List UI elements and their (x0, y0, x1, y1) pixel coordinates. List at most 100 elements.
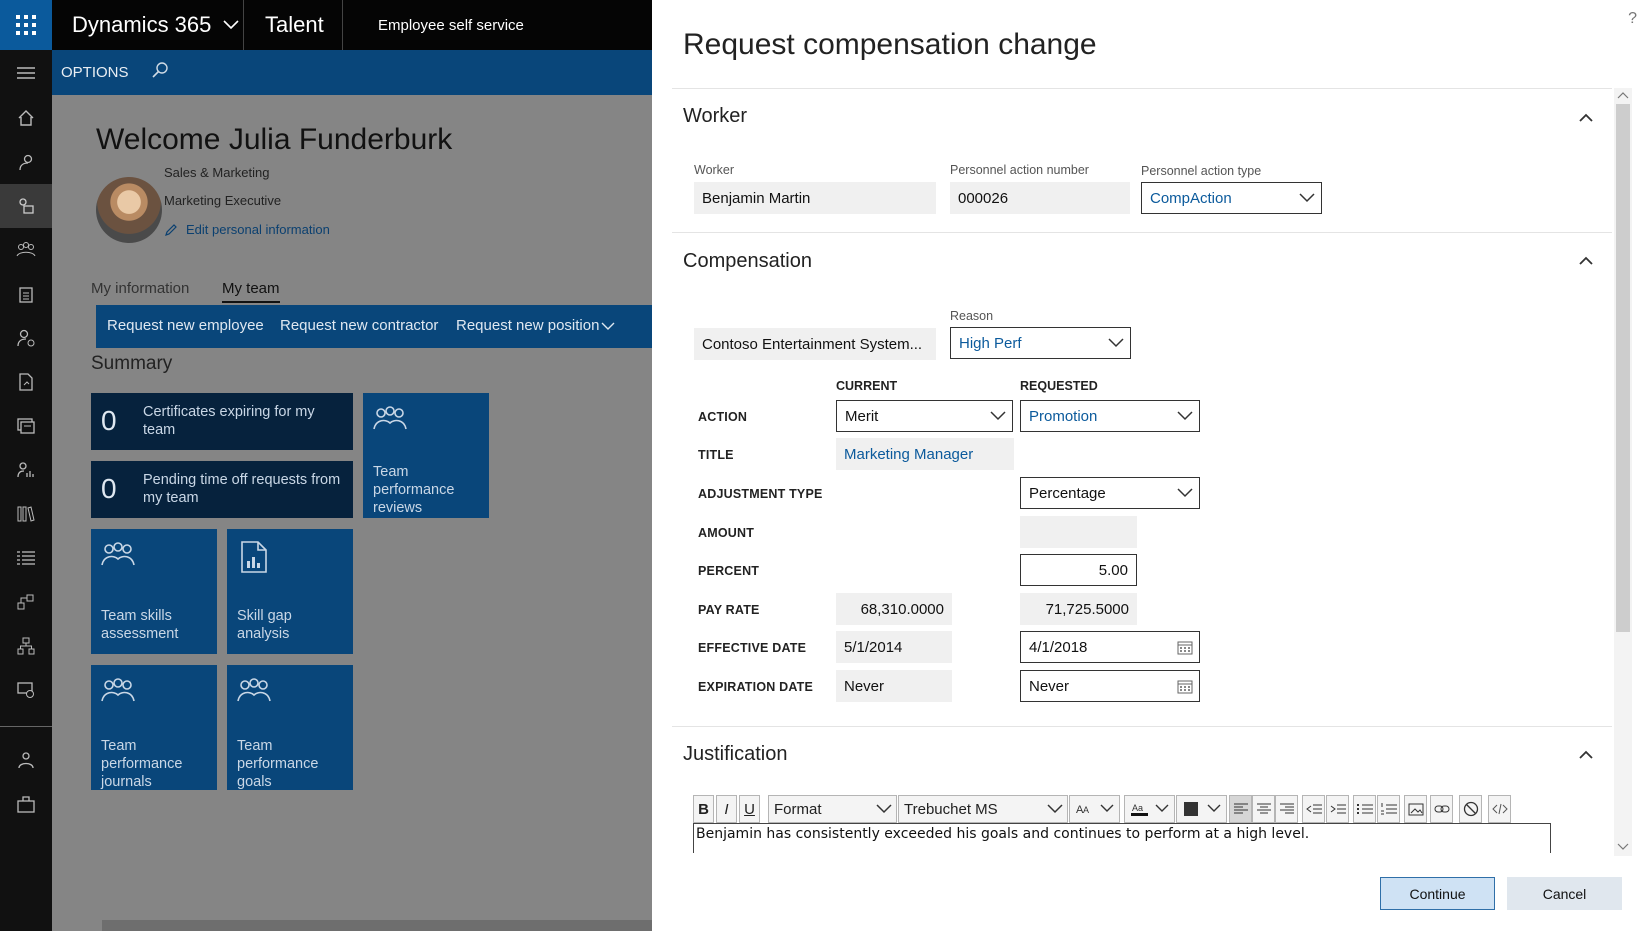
text-color-select[interactable]: Aa (1124, 795, 1175, 823)
nav-training[interactable] (0, 404, 52, 448)
worker-field[interactable]: Benjamin Martin (694, 182, 936, 214)
calendar-icon[interactable] (1177, 640, 1193, 655)
scrollbar-thumb[interactable] (1616, 104, 1630, 632)
area-name[interactable]: Employee self service (378, 0, 524, 50)
requested-effective-date-input[interactable]: 4/1/2018 (1020, 631, 1200, 663)
nav-person-settings[interactable] (0, 316, 52, 360)
requested-pay-rate-field[interactable]: 71,725.5000 (1020, 593, 1137, 625)
vertical-scrollbar[interactable] (1614, 88, 1632, 856)
align-left-button[interactable] (1229, 795, 1252, 823)
requested-amount-field[interactable] (1020, 516, 1137, 548)
nav-list[interactable] (0, 536, 52, 580)
current-title-field[interactable]: Marketing Manager (836, 438, 1014, 470)
font-select[interactable]: Trebuchet MS (898, 795, 1068, 823)
team-icon (16, 242, 36, 257)
module-name[interactable]: Talent (265, 0, 324, 50)
tile-team-skills-assessment[interactable]: Team skills assessment (91, 529, 217, 654)
requested-expiration-date-input[interactable]: Never (1020, 670, 1200, 702)
italic-button[interactable]: I (716, 795, 737, 823)
personnel-action-number-field[interactable]: 000026 (950, 182, 1130, 214)
nav-group[interactable] (0, 738, 52, 782)
options-button[interactable]: OPTIONS (61, 64, 129, 81)
nav-person-chart[interactable] (0, 448, 52, 492)
request-new-employee-button[interactable]: Request new employee (107, 317, 264, 334)
requested-expiration-date-value: Never (1029, 677, 1070, 695)
outdent-button[interactable] (1302, 795, 1325, 823)
nav-feedback[interactable] (0, 668, 52, 712)
app-launcher-button[interactable] (0, 0, 52, 50)
team-icon (237, 678, 271, 702)
underline-button[interactable]: U (739, 795, 760, 823)
nav-worker[interactable] (0, 184, 52, 228)
nav-workflow[interactable] (0, 580, 52, 624)
search-icon[interactable] (152, 61, 170, 79)
requested-action-select[interactable]: Promotion (1020, 400, 1200, 432)
justification-editor[interactable]: Benjamin has consistently exceeded his g… (693, 823, 1551, 853)
insert-image-button[interactable] (1404, 795, 1427, 823)
request-new-position-button[interactable]: Request new position (456, 317, 599, 334)
product-switcher[interactable]: Dynamics 365 (72, 0, 239, 50)
nav-org[interactable] (0, 624, 52, 668)
tile-team-performance-goals[interactable]: Team performance goals (227, 665, 353, 790)
bold-button[interactable]: B (693, 795, 714, 823)
personnel-action-type-select[interactable]: CompAction (1141, 182, 1322, 214)
indent-button[interactable] (1326, 795, 1349, 823)
chevron-up-icon[interactable] (1578, 253, 1594, 269)
chevron-up-icon[interactable] (1578, 110, 1594, 126)
chevron-up-icon[interactable] (1578, 747, 1594, 763)
team-action-bar: Request new employee Request new contrac… (96, 305, 652, 348)
chevron-down-icon (223, 20, 239, 30)
requested-percent-input[interactable]: 5.00 (1020, 554, 1137, 586)
tab-my-team[interactable]: My team (222, 280, 280, 303)
help-button[interactable]: ? (1628, 10, 1637, 28)
nav-team[interactable] (0, 228, 52, 272)
nav-document[interactable] (0, 360, 52, 404)
hamburger-menu-button[interactable] (0, 51, 52, 95)
nav-benefits[interactable] (0, 782, 52, 826)
department: Sales & Marketing (164, 165, 270, 180)
calendar-icon[interactable] (1177, 679, 1193, 694)
reason-label: Reason (950, 309, 994, 323)
cancel-button[interactable]: Cancel (1507, 877, 1622, 910)
format-select[interactable]: Format (768, 795, 897, 823)
nav-library[interactable] (0, 492, 52, 536)
highlight-color-select[interactable] (1176, 795, 1227, 823)
scroll-up-icon[interactable] (1617, 90, 1629, 100)
font-size-select[interactable]: AA (1069, 795, 1120, 823)
navigation-rail (0, 0, 52, 931)
current-action-select[interactable]: Merit (836, 400, 1013, 432)
request-new-contractor-button[interactable]: Request new contractor (280, 317, 438, 334)
scroll-down-icon[interactable] (1617, 842, 1629, 852)
current-expiration-date-field[interactable]: Never (836, 670, 952, 702)
justification-section-header[interactable]: Justification (683, 743, 788, 766)
worker-section-header[interactable]: Worker (683, 105, 747, 128)
nav-people[interactable] (0, 140, 52, 184)
remove-format-button[interactable] (1459, 795, 1482, 823)
current-pay-rate-field[interactable]: 68,310.0000 (836, 593, 952, 625)
numbered-list-button[interactable] (1377, 795, 1400, 823)
tile-certificates-expiring[interactable]: 0 Certificates expiring for my team (91, 393, 353, 450)
tab-my-information[interactable]: My information (91, 280, 189, 297)
tile-team-performance-journals[interactable]: Team performance journals (91, 665, 217, 790)
nav-home[interactable] (0, 96, 52, 140)
nav-clipboard[interactable] (0, 272, 52, 316)
source-code-button[interactable] (1488, 795, 1511, 823)
reason-select[interactable]: High Perf (950, 327, 1131, 359)
horizontal-scrollbar[interactable] (102, 920, 652, 931)
welcome-heading: Welcome Julia Funderburk (96, 123, 453, 156)
compensation-plan-field[interactable]: Contoso Entertainment System... (694, 328, 936, 360)
chevron-down-icon (1177, 411, 1193, 421)
continue-button[interactable]: Continue (1380, 877, 1495, 910)
bulleted-list-button[interactable] (1353, 795, 1376, 823)
tile-skill-gap-analysis[interactable]: Skill gap analysis (227, 529, 353, 654)
pencil-icon (165, 223, 177, 236)
compensation-section-header[interactable]: Compensation (683, 250, 812, 273)
insert-link-button[interactable] (1430, 795, 1453, 823)
current-effective-date-field[interactable]: 5/1/2014 (836, 631, 952, 663)
edit-personal-info-link[interactable]: Edit personal information (164, 222, 330, 237)
tile-team-performance-reviews[interactable]: Team performance reviews (363, 393, 489, 518)
align-center-button[interactable] (1252, 795, 1275, 823)
tile-pending-time-off[interactable]: 0 Pending time off requests from my team (91, 461, 353, 518)
align-right-button[interactable] (1275, 795, 1298, 823)
adjustment-type-select[interactable]: Percentage (1020, 477, 1200, 509)
